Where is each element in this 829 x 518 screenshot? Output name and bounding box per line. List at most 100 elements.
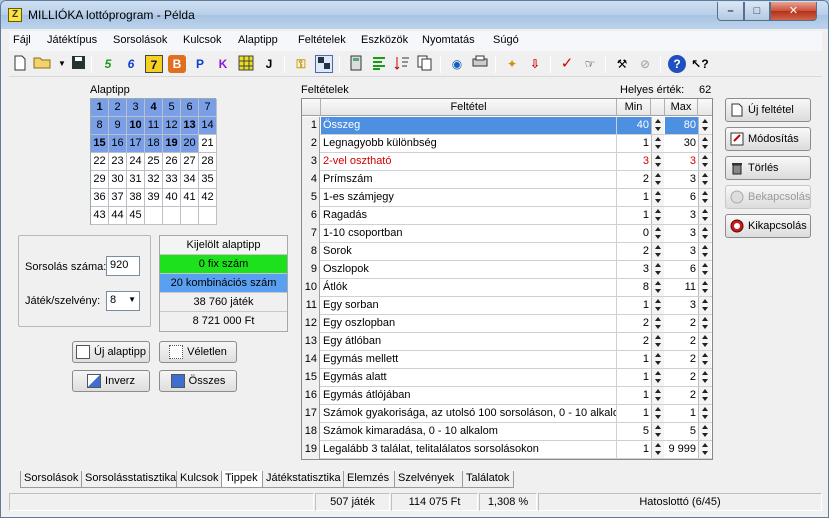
grid-cell[interactable]: 15	[91, 135, 109, 153]
min-spinner-icon[interactable]	[651, 153, 664, 170]
grid-cell[interactable]: 37	[109, 189, 127, 207]
grid-cell[interactable]: 4	[145, 99, 163, 117]
grid-cell[interactable]: 25	[145, 153, 163, 171]
grid-cell[interactable]: 31	[127, 171, 145, 189]
min-spinner-icon[interactable]	[651, 315, 664, 332]
max-spinner-icon[interactable]	[698, 387, 711, 404]
min-spinner-icon[interactable]	[651, 279, 664, 296]
grid-cell[interactable]: 16	[109, 135, 127, 153]
grid-cell[interactable]: 26	[163, 153, 181, 171]
grid-cell[interactable]: 10	[127, 117, 145, 135]
table-row[interactable]: 7 1-10 csoportban 0 3	[302, 225, 712, 243]
table-row[interactable]: 2 Legnagyobb különbség 1 30	[302, 135, 712, 153]
close-button[interactable]: ✕	[770, 2, 817, 21]
grid-cell[interactable]: 9	[109, 117, 127, 135]
veletlen-button[interactable]: Véletlen	[159, 341, 237, 363]
min-spinner-icon[interactable]	[651, 441, 664, 458]
min-spinner-icon[interactable]	[651, 189, 664, 206]
tab-0[interactable]: Sorsolások	[20, 471, 82, 488]
table-row[interactable]: 17 Számok gyakorisága, az utolsó 100 sors…	[302, 405, 712, 423]
table-row[interactable]: 10 Átlók 8 11	[302, 279, 712, 297]
menu-1[interactable]: Játéktípus	[47, 34, 97, 46]
tab-3[interactable]: Tippek	[221, 471, 263, 488]
grid-cell[interactable]: 18	[145, 135, 163, 153]
grid-cell[interactable]: 14	[199, 117, 217, 135]
grid-cell[interactable]	[199, 207, 217, 225]
grid-cell[interactable]: 17	[127, 135, 145, 153]
grid-cell[interactable]: 33	[163, 171, 181, 189]
table-row[interactable]: 16 Egymás átlójában 1 2	[302, 387, 712, 405]
grid-cell[interactable]: 21	[199, 135, 217, 153]
max-spinner-icon[interactable]	[698, 261, 711, 278]
min-spinner-icon[interactable]	[651, 333, 664, 350]
pointer-icon[interactable]: ☞	[581, 55, 599, 73]
check-icon[interactable]: ✓	[558, 55, 576, 73]
table-row[interactable]: 1 Összeg 40 80	[302, 117, 712, 135]
lotto-5-icon[interactable]: 5	[99, 55, 117, 73]
lotto-6-icon[interactable]: 6	[122, 55, 140, 73]
open-folder-icon[interactable]	[33, 55, 51, 73]
grid-cell[interactable]: 13	[181, 117, 199, 135]
modositas-button[interactable]: Módosítás	[725, 127, 811, 151]
grid-cell[interactable]: 1	[91, 99, 109, 117]
grid-cell[interactable]: 5	[163, 99, 181, 117]
grid-cell[interactable]: 43	[91, 207, 109, 225]
save-icon[interactable]	[69, 55, 87, 73]
lotto-k-icon[interactable]: K	[214, 55, 232, 73]
maximize-button[interactable]: □	[744, 2, 770, 21]
max-spinner-icon[interactable]	[698, 135, 711, 152]
min-spinner-icon[interactable]	[651, 297, 664, 314]
min-spinner-icon[interactable]	[651, 405, 664, 422]
grid-cell[interactable]: 23	[109, 153, 127, 171]
max-spinner-icon[interactable]	[698, 441, 711, 458]
max-spinner-icon[interactable]	[698, 153, 711, 170]
max-spinner-icon[interactable]	[698, 351, 711, 368]
max-spinner-icon[interactable]	[698, 405, 711, 422]
minimize-button[interactable]: –	[717, 2, 744, 21]
max-spinner-icon[interactable]	[698, 279, 711, 296]
table-row[interactable]: 19 Legalább 3 találat, telitalálatos sors…	[302, 441, 712, 459]
grid-cell[interactable]: 32	[145, 171, 163, 189]
max-spinner-icon[interactable]	[698, 333, 711, 350]
max-spinner-icon[interactable]	[698, 423, 711, 440]
bekapcsolas-button[interactable]: Bekapcsolás	[725, 185, 811, 209]
grid-cell[interactable]: 2	[109, 99, 127, 117]
min-spinner-icon[interactable]	[651, 369, 664, 386]
osszes-button[interactable]: Összes	[159, 370, 237, 392]
document-arrow-icon[interactable]: ⇩	[526, 55, 544, 73]
max-spinner-icon[interactable]	[698, 207, 711, 224]
lotto-b-icon[interactable]: B	[168, 55, 186, 73]
pattern-icon[interactable]	[315, 55, 333, 73]
grid-cell[interactable]: 27	[181, 153, 199, 171]
min-spinner-icon[interactable]	[651, 261, 664, 278]
min-spinner-icon[interactable]	[651, 423, 664, 440]
grid-cell[interactable]: 36	[91, 189, 109, 207]
calculator-icon[interactable]	[347, 55, 365, 73]
menu-0[interactable]: Fájl	[13, 34, 31, 46]
table-row[interactable]: 11 Egy sorban 1 3	[302, 297, 712, 315]
tab-4[interactable]: Játékstatisztika	[262, 471, 344, 488]
min-spinner-icon[interactable]	[651, 243, 664, 260]
grid-cell[interactable]: 20	[181, 135, 199, 153]
list-green-icon[interactable]	[370, 55, 388, 73]
grid-cell[interactable]: 39	[145, 189, 163, 207]
max-spinner-icon[interactable]	[698, 117, 711, 134]
lotto-7-icon[interactable]: 7	[145, 55, 163, 73]
table-row[interactable]: 15 Egymás alatt 1 2	[302, 369, 712, 387]
table-row[interactable]: 8 Sorok 2 3	[302, 243, 712, 261]
grid-cell[interactable]: 22	[91, 153, 109, 171]
globe-icon[interactable]: ◉	[448, 55, 466, 73]
kikapcsolas-button[interactable]: Kikapcsolás	[725, 214, 811, 238]
grid-cell[interactable]: 7	[199, 99, 217, 117]
grid-cell[interactable]: 34	[181, 171, 199, 189]
min-spinner-icon[interactable]	[651, 387, 664, 404]
new-file-icon[interactable]	[11, 55, 29, 73]
menu-3[interactable]: Kulcsok	[183, 34, 222, 46]
torles-button[interactable]: Törlés	[725, 156, 811, 180]
min-spinner-icon[interactable]	[651, 171, 664, 188]
grid-cell[interactable]: 30	[109, 171, 127, 189]
menu-5[interactable]: Feltételek	[298, 34, 346, 46]
grid-cell[interactable]: 29	[91, 171, 109, 189]
table-row[interactable]: 6 Ragadás 1 3	[302, 207, 712, 225]
min-spinner-icon[interactable]	[651, 117, 664, 134]
